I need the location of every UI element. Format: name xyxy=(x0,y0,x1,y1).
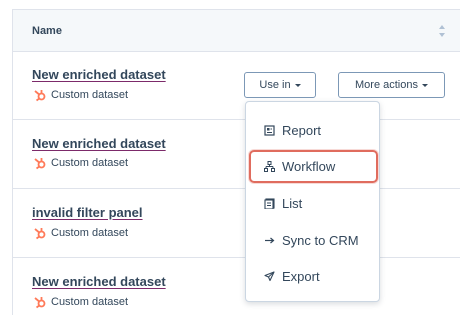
menu-item-export[interactable]: Export xyxy=(246,261,379,291)
menu-item-label: Export xyxy=(282,268,320,284)
hubspot-sprocket-icon xyxy=(34,90,46,102)
table-row: New enriched dataset Custom dataset Use … xyxy=(13,52,460,120)
dataset-type-label: Custom dataset xyxy=(51,89,129,101)
use-in-label: Use in xyxy=(259,79,291,91)
table-row: New enriched dataset Custom dataset xyxy=(13,258,460,316)
dataset-type: Custom dataset xyxy=(33,88,128,102)
menu-item-label: List xyxy=(282,195,303,211)
dataset-type: Custom dataset xyxy=(33,295,128,309)
dataset-type-label: Custom dataset xyxy=(51,227,129,239)
dataset-type-label: Custom dataset xyxy=(51,157,129,169)
menu-item-report[interactable]: Report xyxy=(246,115,379,145)
table-row: invalid filter panel Custom dataset xyxy=(13,189,460,258)
table-header: Name xyxy=(13,10,460,52)
dataset-type: Custom dataset xyxy=(33,156,128,170)
chevron-down-icon xyxy=(294,83,301,87)
sort-icon[interactable] xyxy=(438,24,446,38)
datasets-table: Name New enriched dataset Custom dataset… xyxy=(12,9,460,315)
report-icon xyxy=(264,124,275,136)
more-actions-label: More actions xyxy=(355,79,418,91)
dataset-type: Custom dataset xyxy=(33,226,128,240)
name-column-header[interactable]: Name xyxy=(32,25,62,37)
more-actions-button[interactable]: More actions xyxy=(338,72,445,98)
menu-item-label: Sync to CRM xyxy=(282,232,359,248)
table-row: New enriched dataset Custom dataset xyxy=(13,120,460,189)
menu-item-sync-to-crm[interactable]: Sync to CRM xyxy=(246,225,379,255)
list-icon xyxy=(264,197,275,209)
hubspot-sprocket-icon xyxy=(34,228,46,240)
menu-item-label: Report xyxy=(282,122,322,138)
use-in-button[interactable]: Use in xyxy=(244,72,316,98)
dataset-type-label: Custom dataset xyxy=(51,296,129,308)
menu-item-workflow[interactable]: Workflow xyxy=(249,150,378,183)
arrow-right-icon xyxy=(264,235,275,246)
hubspot-sprocket-icon xyxy=(34,158,46,170)
menu-item-list[interactable]: List xyxy=(246,188,379,218)
use-in-dropdown-menu: Report Workflow List Sync to CRM Export xyxy=(245,101,380,302)
menu-item-label: Workflow xyxy=(282,159,336,174)
workflow-icon xyxy=(264,161,275,172)
chevron-down-icon xyxy=(421,83,428,87)
dataset-name-link[interactable]: New enriched dataset xyxy=(32,136,166,151)
hubspot-sprocket-icon xyxy=(34,297,46,309)
dataset-name-link[interactable]: New enriched dataset xyxy=(32,274,166,289)
dataset-name-link[interactable]: New enriched dataset xyxy=(32,67,166,82)
dataset-name-link[interactable]: invalid filter panel xyxy=(32,205,143,220)
export-icon xyxy=(264,270,275,282)
